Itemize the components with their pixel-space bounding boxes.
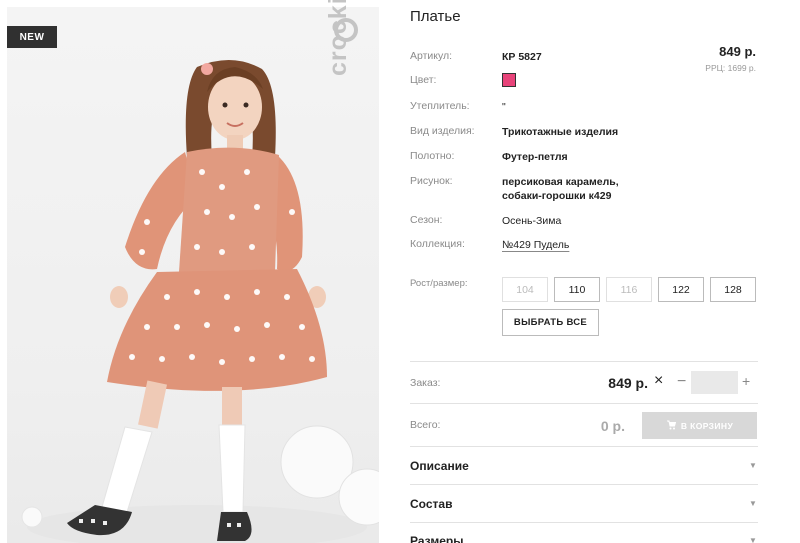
attr-value-sku: КР 5827: [502, 51, 542, 63]
attr-label-color: Цвет:: [410, 74, 437, 86]
attr-value-insulation: ": [502, 101, 506, 113]
add-to-cart-button[interactable]: В КОРЗИНУ: [642, 412, 757, 439]
product-price: 849 р.: [719, 44, 756, 59]
attr-label-sku: Артикул:: [410, 50, 453, 62]
increase-quantity-button[interactable]: +: [742, 373, 750, 389]
divider: [410, 484, 758, 485]
attr-label-type: Вид изделия:: [410, 125, 475, 137]
recommended-price: РРЦ: 1699 р.: [705, 63, 756, 73]
size-option-110[interactable]: 110: [554, 277, 600, 302]
attr-value-fabric: Футер-петля: [502, 151, 568, 163]
attr-value-season: Осень-Зима: [502, 215, 562, 227]
chevron-down-icon[interactable]: ▼: [749, 461, 757, 470]
accordion-description[interactable]: Описание: [410, 459, 469, 473]
color-swatch[interactable]: [502, 73, 516, 87]
attr-label-fabric: Полотно:: [410, 150, 455, 162]
total-label: Всего:: [410, 419, 441, 431]
attr-label-collection: Коллекция:: [410, 238, 465, 250]
attr-value-pattern: персиковая карамель, собаки-горошки к429: [502, 176, 619, 202]
accordion-composition[interactable]: Состав: [410, 497, 452, 511]
size-option-122[interactable]: 122: [658, 277, 704, 302]
divider: [410, 403, 758, 404]
cart-icon: [666, 420, 676, 432]
total-value: 0 р.: [600, 418, 625, 434]
attr-value-type: Трикотажные изделия: [502, 126, 619, 138]
quantity-input[interactable]: [691, 371, 738, 394]
product-illustration: [21, 59, 379, 543]
add-to-cart-label: В КОРЗИНУ: [680, 420, 734, 431]
size-label: Рост/размер:: [410, 278, 468, 289]
collection-link[interactable]: №429 Пудель: [502, 238, 569, 252]
order-label: Заказ:: [410, 377, 441, 389]
new-badge: NEW: [7, 26, 57, 48]
divider: [410, 361, 758, 362]
decrease-quantity-button[interactable]: −: [677, 373, 686, 391]
size-option-104[interactable]: 104: [502, 277, 548, 302]
accordion-sizes[interactable]: Размеры: [410, 534, 463, 543]
product-photo[interactable]: [7, 7, 379, 543]
brand-watermark: crockid: [324, 0, 352, 76]
size-option-128[interactable]: 128: [710, 277, 756, 302]
select-all-sizes-button[interactable]: ВЫБРАТЬ ВСЕ: [502, 309, 599, 336]
attr-label-pattern: Рисунок:: [410, 175, 453, 187]
attr-label-season: Сезон:: [410, 214, 443, 226]
order-price: 849 р.: [608, 375, 648, 391]
product-title: Платье: [410, 8, 461, 25]
clear-order-icon[interactable]: ×: [654, 372, 663, 390]
size-option-116[interactable]: 116: [606, 277, 652, 302]
divider: [410, 522, 758, 523]
divider: [410, 446, 758, 447]
attr-label-insulation: Утеплитель:: [410, 100, 470, 112]
chevron-down-icon[interactable]: ▼: [749, 499, 757, 508]
chevron-down-icon[interactable]: ▼: [749, 536, 757, 543]
